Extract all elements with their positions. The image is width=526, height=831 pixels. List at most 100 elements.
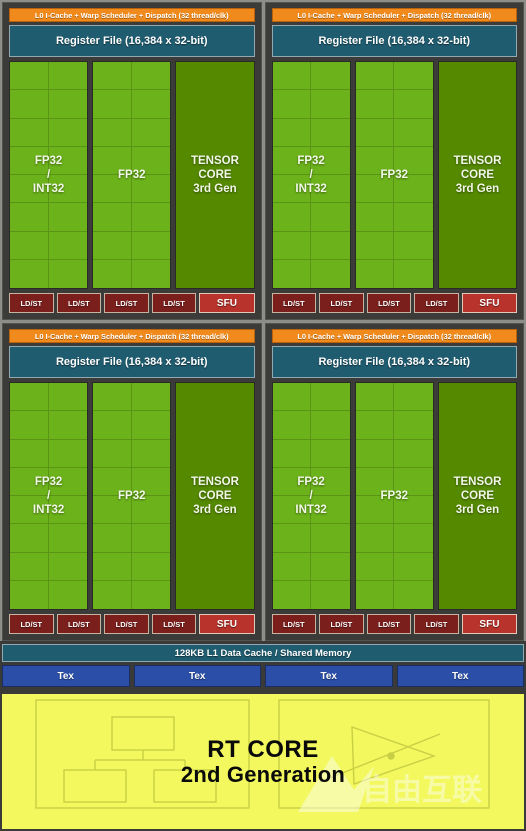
fp32-int32-unit: FP32 / INT32 (271, 61, 351, 289)
unit-label-line: TENSOR (190, 476, 239, 488)
unit-label-line: CORE (460, 490, 495, 502)
unit-label-line: CORE (460, 169, 495, 181)
ldst-sfu-row: LD/ST LD/ST LD/ST LD/ST SFU (271, 293, 518, 313)
warp-scheduler-bar: L0 I-Cache + Warp Scheduler + Dispatch (… (271, 8, 517, 22)
fp32-unit: FP32 (354, 382, 434, 610)
unit-label-line: 3rd Gen (193, 504, 237, 516)
ldst-sfu-row: LD/ST LD/ST LD/ST LD/ST SFU (271, 614, 518, 634)
processing-block-grid: L0 I-Cache + Warp Scheduler + Dispatch (… (0, 0, 526, 641)
unit-label: TENSOR CORE 3rd Gen (453, 154, 501, 196)
ldst-unit: LD/ST (271, 293, 317, 313)
unit-label-line: CORE (198, 169, 232, 181)
fp32-int32-unit: FP32 / INT32 (9, 61, 89, 289)
rt-core-title: RT CORE (207, 736, 319, 764)
unit-label-line: / (309, 169, 313, 181)
processing-block: L0 I-Cache + Warp Scheduler + Dispatch (… (264, 323, 524, 641)
core-columns: FP32 / INT32 FP32 TENSOR CORE 3rd Gen (9, 382, 255, 610)
processing-block: L0 I-Cache + Warp Scheduler + Dispatch (… (264, 2, 524, 320)
tensor-core-unit: TENSOR CORE 3rd Gen (437, 61, 518, 289)
l1-data-cache: 128KB L1 Data Cache / Shared Memory (2, 644, 524, 662)
fp32-int32-unit: FP32 / INT32 (271, 382, 351, 610)
register-file: Register File (16,384 x 32-bit) (9, 346, 255, 378)
processing-block: L0 I-Cache + Warp Scheduler + Dispatch (… (2, 323, 262, 641)
unit-label-line: INT32 (295, 183, 327, 195)
ldst-unit: LD/ST (271, 614, 317, 634)
unit-label-line: / (309, 490, 313, 502)
register-file: Register File (16,384 x 32-bit) (9, 25, 255, 57)
sfu-unit: SFU (461, 293, 518, 313)
watermark-text: 自由互联 (362, 773, 482, 808)
ldst-unit: LD/ST (56, 614, 102, 634)
unit-label-line: / (46, 169, 51, 181)
sfu-unit: SFU (461, 614, 518, 634)
unit-label-line: 3rd Gen (455, 504, 500, 516)
fp32-int32-unit: FP32 / INT32 (9, 382, 89, 610)
unit-label: TENSOR CORE 3rd Gen (191, 154, 239, 196)
texture-unit-row: Tex Tex Tex Tex (2, 665, 524, 687)
unit-label-line: TENSOR (453, 155, 502, 167)
warp-scheduler-bar: L0 I-Cache + Warp Scheduler + Dispatch (… (9, 8, 255, 22)
unit-label: FP32 / INT32 (295, 475, 326, 517)
ldst-unit: LD/ST (366, 293, 412, 313)
unit-label-line: INT32 (32, 183, 65, 195)
ldst-unit: LD/ST (104, 614, 149, 634)
sfu-unit: SFU (199, 293, 255, 313)
unit-label-line: TENSOR (190, 155, 239, 167)
warp-scheduler-bar: L0 I-Cache + Warp Scheduler + Dispatch (… (271, 329, 517, 343)
unit-label: FP32 (380, 169, 409, 181)
unit-label: FP32 / INT32 (33, 475, 64, 517)
rt-core-label: RT CORE 2nd Generation (181, 737, 345, 785)
ldst-unit: LD/ST (9, 293, 54, 313)
ldst-unit: LD/ST (366, 614, 412, 634)
ldst-unit: LD/ST (56, 293, 102, 313)
ldst-unit: LD/ST (104, 293, 149, 313)
tensor-core-unit: TENSOR CORE 3rd Gen (175, 382, 255, 610)
unit-label-line: FP32 (297, 476, 325, 488)
ldst-unit: LD/ST (414, 293, 459, 313)
rt-core-subtitle: 2nd Generation (180, 761, 346, 787)
ldst-unit: LD/ST (9, 614, 54, 634)
sfu-unit: SFU (199, 614, 255, 634)
core-columns: FP32 / INT32 FP32 TENSOR CORE 3rd Gen (271, 382, 518, 610)
ldst-unit: LD/ST (151, 293, 197, 313)
ldst-unit: LD/ST (151, 614, 197, 634)
unit-label: FP32 / INT32 (33, 154, 64, 196)
unit-label-line: FP32 (34, 155, 63, 167)
unit-label-line: FP32 (34, 476, 63, 488)
register-file: Register File (16,384 x 32-bit) (271, 346, 517, 378)
core-columns: FP32 / INT32 FP32 TENSOR CORE 3rd Gen (271, 61, 518, 289)
texture-unit: Tex (2, 665, 130, 687)
unit-label-line: 3rd Gen (193, 183, 237, 195)
ldst-unit: LD/ST (319, 293, 364, 313)
unit-label-line: 3rd Gen (455, 183, 500, 195)
fp32-unit: FP32 (354, 61, 434, 289)
unit-label-line: INT32 (295, 504, 327, 516)
unit-label: FP32 / INT32 (295, 154, 326, 196)
unit-label-line: CORE (198, 490, 232, 502)
unit-label-line: FP32 (297, 155, 325, 167)
register-file: Register File (16,384 x 32-bit) (271, 25, 517, 57)
texture-unit: Tex (133, 665, 261, 687)
tensor-core-unit: TENSOR CORE 3rd Gen (437, 382, 518, 610)
unit-label: FP32 (380, 490, 409, 502)
ldst-unit: LD/ST (319, 614, 364, 634)
unit-label: TENSOR CORE 3rd Gen (191, 475, 239, 517)
fp32-unit: FP32 (92, 382, 172, 610)
core-columns: FP32 / INT32 FP32 TENSOR CORE 3rd Gen (9, 61, 255, 289)
sm-block-diagram: L0 I-Cache + Warp Scheduler + Dispatch (… (0, 0, 526, 831)
tensor-core-unit: TENSOR CORE 3rd Gen (175, 61, 255, 289)
unit-label: FP32 (118, 169, 146, 181)
ldst-unit: LD/ST (414, 614, 459, 634)
ldst-sfu-row: LD/ST LD/ST LD/ST LD/ST SFU (9, 614, 255, 634)
processing-block: L0 I-Cache + Warp Scheduler + Dispatch (… (2, 2, 262, 320)
unit-label: FP32 (118, 490, 146, 502)
texture-unit: Tex (396, 665, 524, 687)
texture-unit: Tex (265, 665, 393, 687)
unit-label: TENSOR CORE 3rd Gen (453, 475, 501, 517)
warp-scheduler-bar: L0 I-Cache + Warp Scheduler + Dispatch (… (9, 329, 255, 343)
unit-label-line: INT32 (32, 504, 65, 516)
unit-label-line: / (46, 490, 51, 502)
fp32-unit: FP32 (92, 61, 172, 289)
unit-label-line: TENSOR (453, 476, 502, 488)
ldst-sfu-row: LD/ST LD/ST LD/ST LD/ST SFU (9, 293, 255, 313)
